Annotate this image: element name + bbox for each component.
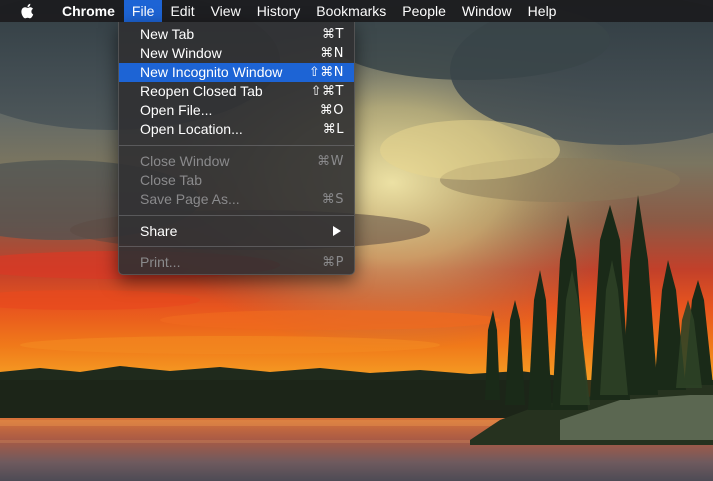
menu-item-label: Open File...: [140, 102, 213, 118]
menu-item-shortcut: ⌘O: [319, 103, 344, 118]
menu-item-label: Close Window: [140, 153, 230, 169]
menu-item-label: Save Page As...: [140, 191, 240, 207]
menu-separator: [119, 246, 354, 247]
menu-people[interactable]: People: [394, 0, 454, 22]
menu-item-close-tab[interactable]: Close Tab: [119, 171, 354, 190]
menu-item-shortcut: ⌘S: [321, 192, 344, 207]
menu-item-new-window[interactable]: New Window ⌘N: [119, 44, 354, 63]
menu-item-label: New Incognito Window: [140, 64, 283, 80]
menu-bookmarks[interactable]: Bookmarks: [308, 0, 394, 22]
menu-item-shortcut: ⇧⌘N: [308, 65, 344, 80]
menu-item-save-page-as[interactable]: Save Page As... ⌘S: [119, 190, 354, 209]
menu-item-shortcut: ⌘P: [322, 255, 344, 270]
menu-item-label: Print...: [140, 254, 181, 270]
menu-item-label: New Tab: [140, 26, 195, 42]
desktop: Chrome File Edit View History Bookmarks …: [0, 0, 713, 481]
menu-item-open-location[interactable]: Open Location... ⌘L: [119, 120, 354, 139]
menu-item-shortcut: ⌘W: [317, 154, 344, 169]
menu-item-label: Close Tab: [140, 172, 203, 188]
menu-separator: [119, 215, 354, 216]
menu-item-shortcut: ⌘N: [320, 46, 344, 61]
menu-item-share[interactable]: Share: [119, 221, 354, 241]
menu-item-shortcut: ⇧⌘T: [310, 84, 344, 99]
menu-item-shortcut: ⌘L: [322, 122, 344, 137]
menu-edit[interactable]: Edit: [162, 0, 202, 22]
menu-item-shortcut: ⌘T: [322, 27, 344, 42]
menu-item-label: Share: [140, 223, 178, 239]
desktop-wallpaper: [0, 0, 713, 481]
menu-item-label: New Window: [140, 45, 222, 61]
apple-logo-icon-glyph: [21, 3, 34, 19]
apple-logo-icon[interactable]: [18, 0, 36, 22]
menu-help[interactable]: Help: [520, 0, 565, 22]
menu-item-label: Reopen Closed Tab: [140, 83, 263, 99]
menu-item-open-file[interactable]: Open File... ⌘O: [119, 101, 354, 120]
menu-item-print[interactable]: Print... ⌘P: [119, 253, 354, 272]
menu-view[interactable]: View: [203, 0, 249, 22]
menu-item-close-window[interactable]: Close Window ⌘W: [119, 152, 354, 171]
menu-window[interactable]: Window: [454, 0, 520, 22]
menu-file[interactable]: File: [123, 0, 163, 22]
submenu-arrow-icon: [333, 226, 341, 236]
menu-item-new-tab[interactable]: New Tab ⌘T: [119, 25, 354, 44]
menu-separator: [119, 145, 354, 146]
menu-bar: Chrome File Edit View History Bookmarks …: [0, 0, 713, 22]
menu-app-name[interactable]: Chrome: [46, 0, 124, 22]
menu-history[interactable]: History: [249, 0, 309, 22]
menu-item-label: Open Location...: [140, 121, 243, 137]
menu-item-new-incognito-window[interactable]: New Incognito Window ⇧⌘N: [119, 63, 354, 82]
menu-item-reopen-closed-tab[interactable]: Reopen Closed Tab ⇧⌘T: [119, 82, 354, 101]
file-menu-dropdown: New Tab ⌘T New Window ⌘N New Incognito W…: [118, 22, 355, 275]
